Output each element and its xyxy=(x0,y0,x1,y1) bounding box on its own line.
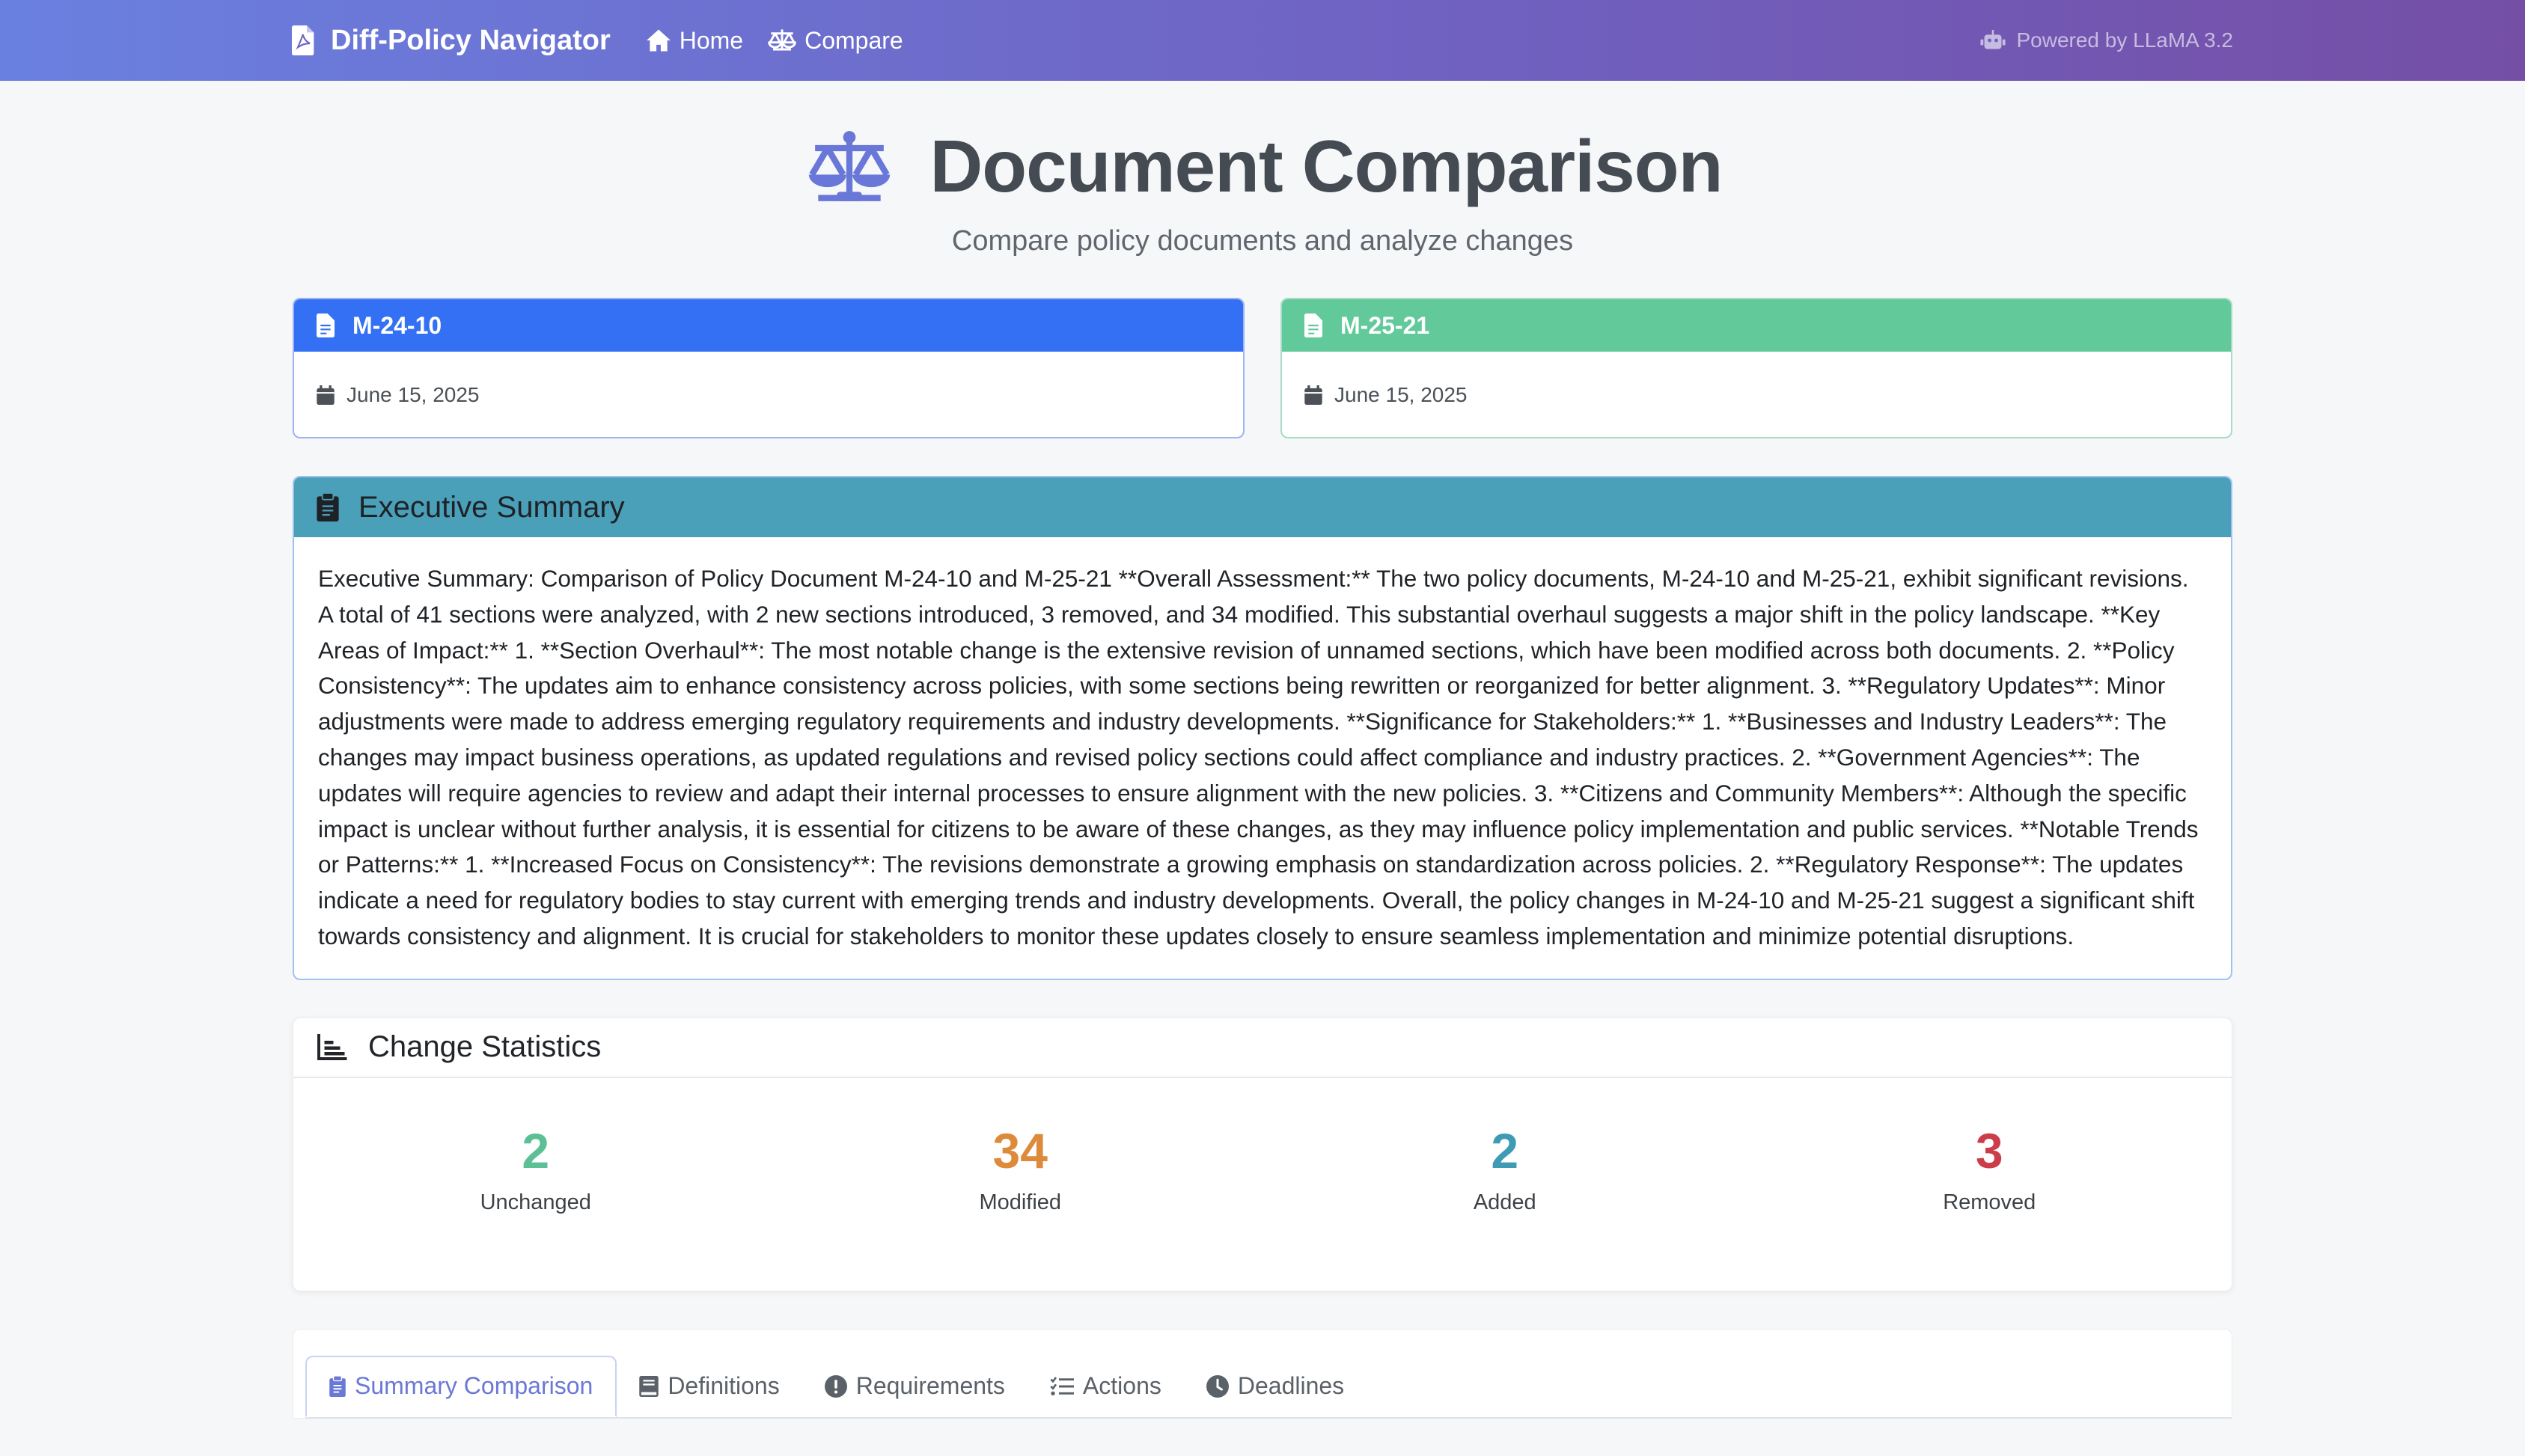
nav-home-link[interactable]: Home xyxy=(645,27,743,55)
clipboard-icon xyxy=(329,1375,346,1397)
executive-summary-text: Executive Summary: Comparison of Policy … xyxy=(318,565,2199,949)
powered-by-label: Powered by LLaMA 3.2 xyxy=(2016,28,2233,52)
document-date: June 15, 2025 xyxy=(1282,352,2231,407)
robot-icon xyxy=(1980,30,2006,49)
document-card-header: M-25-21 xyxy=(1282,299,2231,352)
stat-removed: 3 Removed xyxy=(1747,1126,2232,1215)
stat-value: 2 xyxy=(1491,1122,1519,1178)
tab-label: Actions xyxy=(1082,1372,1161,1400)
nav-compare-link[interactable]: Compare xyxy=(767,27,903,55)
executive-summary-title: Executive Summary xyxy=(358,490,625,524)
tab-summary-comparison[interactable]: Summary Comparison xyxy=(305,1355,617,1417)
tab-actions[interactable]: Actions xyxy=(1028,1356,1184,1417)
executive-summary-card: Executive Summary Executive Summary: Com… xyxy=(293,476,2232,980)
exclamation-circle-icon xyxy=(824,1374,847,1398)
page-header: Document Comparison Compare policy docum… xyxy=(0,81,2525,257)
stat-value: 2 xyxy=(522,1122,550,1178)
file-icon xyxy=(317,313,335,337)
tab-requirements[interactable]: Requirements xyxy=(802,1356,1028,1417)
book-icon xyxy=(639,1375,659,1397)
list-check-icon xyxy=(1050,1376,1074,1395)
document-date-label: June 15, 2025 xyxy=(346,383,480,406)
tab-label: Deadlines xyxy=(1237,1372,1345,1400)
comparison-tabs-card: Summary Comparison Definitions Requireme… xyxy=(293,1328,2232,1419)
nav-home-label: Home xyxy=(679,26,744,54)
calendar-icon xyxy=(317,385,335,405)
stat-value: 3 xyxy=(1975,1122,2003,1178)
main-container: M-24-10 June 15, 2025 M-25-21 June 15, 2… xyxy=(293,298,2232,1419)
page-title: Document Comparison xyxy=(929,125,1723,207)
stat-value: 34 xyxy=(992,1122,1048,1178)
brand-link[interactable]: Diff-Policy Navigator xyxy=(292,25,611,57)
stat-modified: 34 Modified xyxy=(778,1126,1263,1215)
document-card-old: M-24-10 June 15, 2025 xyxy=(293,298,1245,438)
bar-chart-icon xyxy=(317,1033,347,1060)
brand-name: Diff-Policy Navigator xyxy=(331,24,611,56)
clipboard-icon xyxy=(317,493,339,521)
stat-label: Added xyxy=(1473,1190,1536,1214)
stat-label: Unchanged xyxy=(480,1190,591,1214)
calendar-icon xyxy=(1304,385,1322,405)
document-card-new: M-25-21 June 15, 2025 xyxy=(1280,298,2232,438)
comparison-tabs: Summary Comparison Definitions Requireme… xyxy=(305,1355,2232,1419)
page-subtitle: Compare policy documents and analyze cha… xyxy=(951,225,1574,257)
tab-label: Definitions xyxy=(668,1372,780,1400)
stat-added: 2 Added xyxy=(1262,1126,1747,1215)
stat-unchanged: 2 Unchanged xyxy=(293,1126,778,1215)
tab-label: Requirements xyxy=(855,1372,1005,1400)
nav-compare-label: Compare xyxy=(804,26,903,54)
document-date-label: June 15, 2025 xyxy=(1334,383,1468,406)
change-statistics-title: Change Statistics xyxy=(368,1030,602,1064)
stat-label: Removed xyxy=(1943,1190,2036,1214)
file-icon xyxy=(1304,313,1322,337)
change-statistics-card: Change Statistics 2 Unchanged 34 Modifie… xyxy=(293,1017,2232,1291)
document-name: M-24-10 xyxy=(352,311,442,339)
tab-definitions[interactable]: Definitions xyxy=(617,1356,802,1417)
top-navbar: Diff-Policy Navigator Home Compare Power… xyxy=(0,0,2525,81)
scale-icon xyxy=(768,29,796,51)
document-cards: M-24-10 June 15, 2025 M-25-21 June 15, 2… xyxy=(293,298,2232,438)
home-icon xyxy=(646,29,671,52)
statistics-grid: 2 Unchanged 34 Modified 2 Added 3 Remove… xyxy=(293,1078,2232,1215)
scale-icon xyxy=(809,130,891,201)
document-date: June 15, 2025 xyxy=(294,352,1243,407)
pdf-file-icon xyxy=(292,25,314,55)
document-name: M-25-21 xyxy=(1340,311,1430,339)
tab-deadlines[interactable]: Deadlines xyxy=(1184,1356,1367,1417)
executive-summary-header: Executive Summary xyxy=(294,477,2231,537)
document-card-header: M-24-10 xyxy=(294,299,1243,352)
change-statistics-header: Change Statistics xyxy=(293,1018,2232,1078)
stat-label: Modified xyxy=(979,1190,1062,1214)
clock-icon xyxy=(1206,1374,1229,1398)
tab-label: Summary Comparison xyxy=(355,1372,593,1400)
powered-by: Powered by LLaMA 3.2 xyxy=(1980,28,2233,52)
